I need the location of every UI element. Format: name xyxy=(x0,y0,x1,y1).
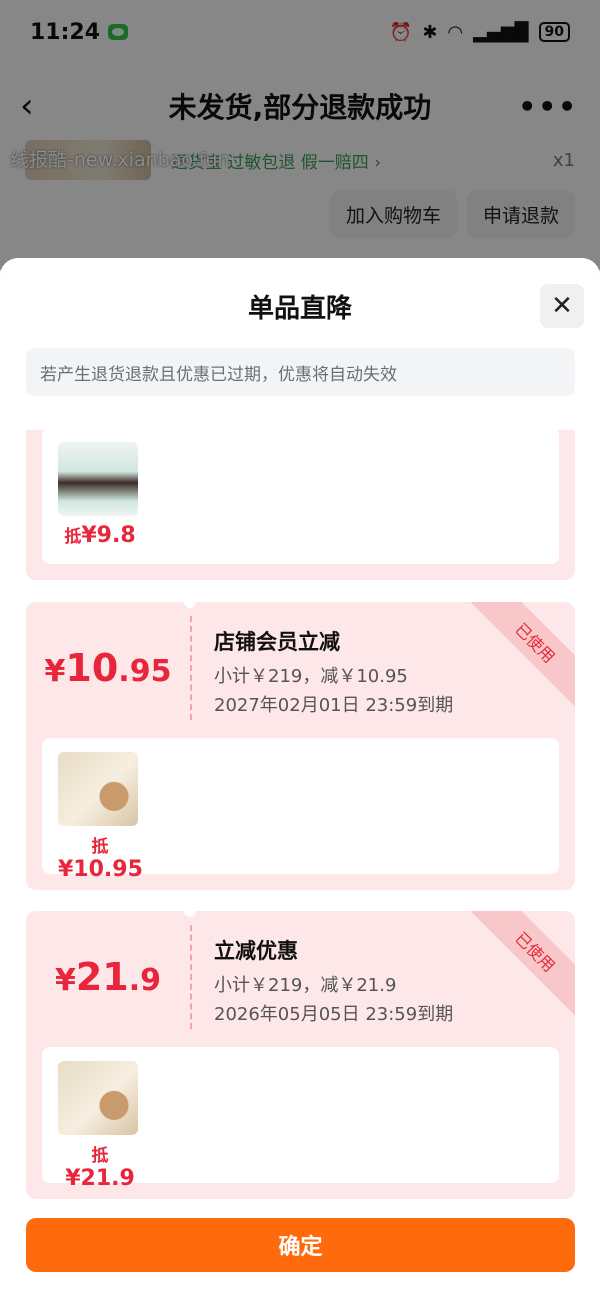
deduct-label: 抵 xyxy=(64,527,82,547)
used-badge-label: 已使用 xyxy=(511,928,559,976)
card-product-panel: 抵¥21.9 xyxy=(42,1047,559,1191)
coupon-title: 店铺会员立减 xyxy=(214,630,340,654)
discount-sheet: 单品直降 ✕ 若产生退货退款且优惠已过期，优惠将自动失效 抵¥9.8 ¥10.9… xyxy=(0,258,600,1295)
dashed-divider xyxy=(190,925,192,1029)
deduct-label: 抵 xyxy=(91,1146,109,1166)
discount-list[interactable]: 抵¥9.8 ¥10.95 店铺会员立减 小计￥219，减￥10.95 2027年… xyxy=(26,430,575,1212)
deduct-amount: 抵¥10.95 xyxy=(58,832,143,882)
close-button[interactable]: ✕ xyxy=(540,284,584,328)
currency-symbol: ¥ xyxy=(44,654,66,689)
deduct-value: ¥21.9 xyxy=(65,1166,135,1191)
amount-integer: 21 xyxy=(75,955,129,999)
expiry-notice: 若产生退货退款且优惠已过期，优惠将自动失效 xyxy=(26,348,575,396)
used-badge-label: 已使用 xyxy=(511,619,559,667)
close-icon: ✕ xyxy=(551,291,573,321)
deduct-value: ¥9.8 xyxy=(81,523,136,548)
coupon-info: 店铺会员立减 小计￥219，减￥10.95 2027年02月01日 23:59到… xyxy=(214,626,453,720)
coupon-header: ¥21.9 立减优惠 小计￥219，减￥21.9 2026年05月05日 23:… xyxy=(26,911,575,1047)
modal-overlay[interactable] xyxy=(0,0,600,270)
discount-card: ¥10.95 店铺会员立减 小计￥219，减￥10.95 2027年02月01日… xyxy=(26,602,575,890)
coupon-amount: ¥10.95 xyxy=(26,646,190,690)
discount-card: 抵¥9.8 xyxy=(26,430,575,580)
coupon-title: 立减优惠 xyxy=(214,939,298,963)
currency-symbol: ¥ xyxy=(54,963,76,998)
ticket-notch xyxy=(184,602,196,608)
ticket-notch xyxy=(184,911,196,917)
used-badge: 已使用 xyxy=(470,602,575,708)
product-thumbnail[interactable] xyxy=(58,1061,138,1135)
card-product-panel: 抵¥9.8 xyxy=(42,430,559,564)
deduct-amount: 抵¥21.9 xyxy=(58,1141,142,1191)
product-thumbnail[interactable] xyxy=(58,752,138,826)
coupon-header: ¥10.95 店铺会员立减 小计￥219，减￥10.95 2027年02月01日… xyxy=(26,602,575,738)
coupon-expiry: 2026年05月05日 23:59到期 xyxy=(214,1004,454,1025)
coupon-subtotal: 小计￥219，减￥10.95 xyxy=(214,666,408,687)
used-badge: 已使用 xyxy=(470,911,575,1017)
coupon-amount: ¥21.9 xyxy=(26,955,190,999)
amount-decimal: .9 xyxy=(128,963,162,998)
deduct-value: ¥10.95 xyxy=(58,857,143,882)
deduct-amount: 抵¥9.8 xyxy=(58,522,142,548)
discount-card: ¥21.9 立减优惠 小计￥219，减￥21.9 2026年05月05日 23:… xyxy=(26,911,575,1199)
coupon-expiry: 2027年02月01日 23:59到期 xyxy=(214,695,454,716)
sheet-title: 单品直降 xyxy=(247,294,352,324)
product-thumbnail[interactable] xyxy=(58,442,138,516)
dashed-divider xyxy=(190,616,192,720)
amount-integer: 10 xyxy=(65,646,119,690)
deduct-label: 抵 xyxy=(91,837,109,857)
coupon-info: 立减优惠 小计￥219，减￥21.9 2026年05月05日 23:59到期 xyxy=(214,935,453,1029)
card-product-panel: 抵¥10.95 xyxy=(42,738,559,882)
coupon-subtotal: 小计￥219，减￥21.9 xyxy=(214,975,397,996)
confirm-button[interactable]: 确定 xyxy=(26,1218,575,1272)
amount-decimal: .95 xyxy=(118,654,172,689)
